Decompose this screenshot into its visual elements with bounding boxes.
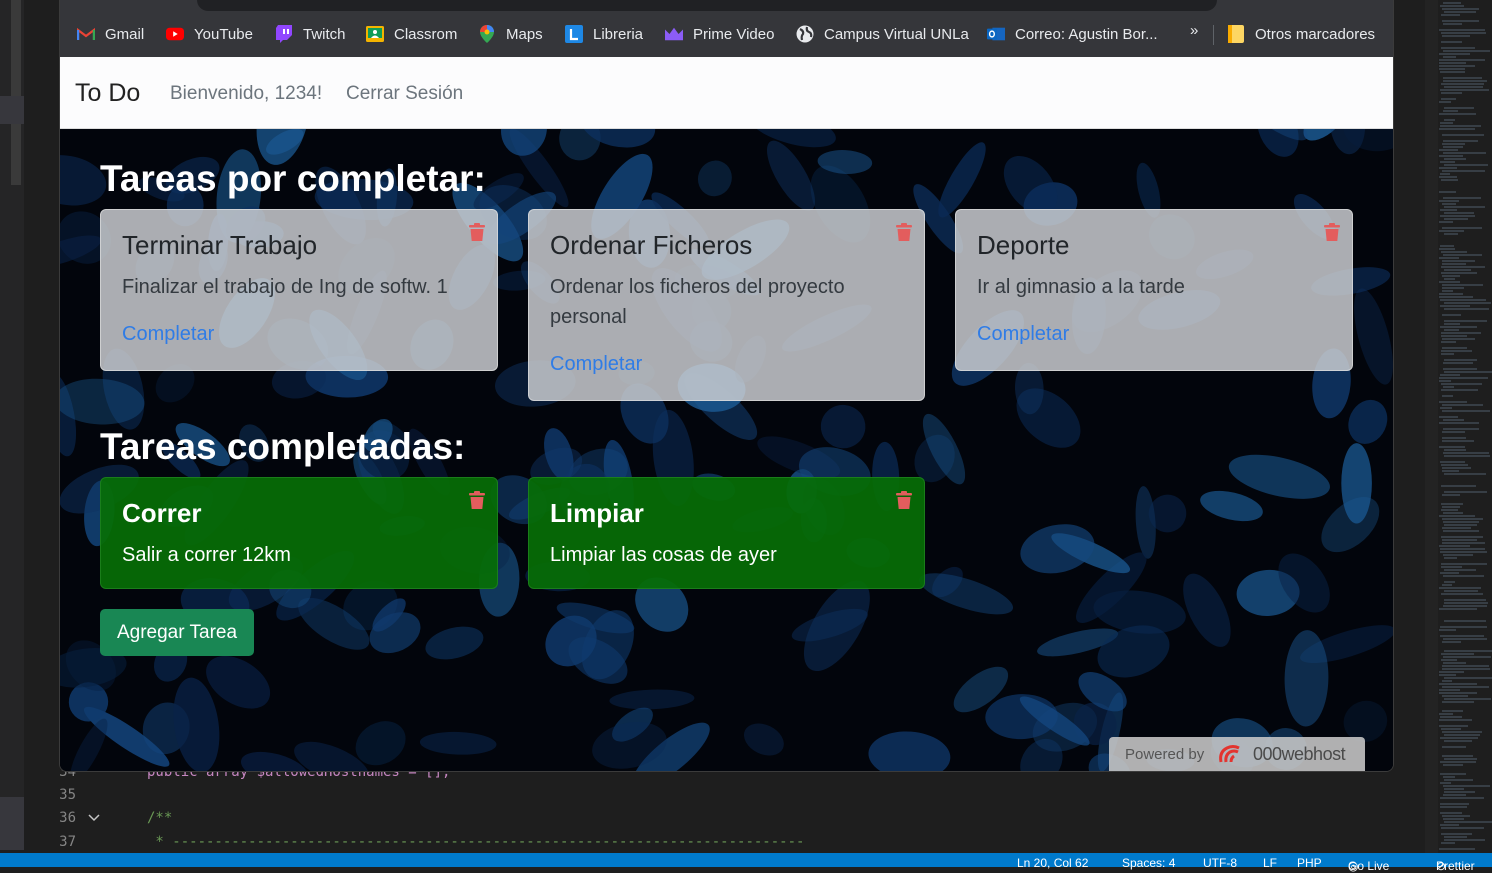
bookmark-maps[interactable]: Maps bbox=[478, 22, 543, 46]
outlook-icon bbox=[987, 25, 1005, 43]
classroom-icon bbox=[366, 25, 384, 43]
task-description: Limpiar las cosas de ayer bbox=[550, 544, 777, 566]
folder-icon bbox=[1227, 25, 1245, 43]
completed-task-card: Limpiar Limpiar las cosas de ayer bbox=[528, 477, 925, 589]
bookmarks-bar: Gmail YouTube Twitch Classrom Maps Libre… bbox=[60, 0, 1393, 57]
trash-icon[interactable] bbox=[467, 222, 487, 242]
trash-icon[interactable] bbox=[894, 222, 914, 242]
code-line[interactable]: /** bbox=[147, 810, 172, 826]
gmail-icon bbox=[77, 25, 95, 43]
status-eol[interactable]: LF bbox=[1263, 856, 1277, 870]
bookmark-gmail[interactable]: Gmail bbox=[77, 22, 144, 46]
pending-task-card: Ordenar Ficheros Ordenar los ficheros de… bbox=[528, 209, 925, 401]
trash-icon[interactable] bbox=[894, 490, 914, 510]
webhost-logo-icon bbox=[1219, 745, 1240, 763]
navbar-brand[interactable]: To Do bbox=[75, 79, 140, 108]
activity-bar bbox=[0, 0, 24, 850]
task-title: Correr bbox=[122, 498, 202, 528]
prime-video-icon bbox=[665, 25, 683, 43]
complete-task-link[interactable]: Completar bbox=[550, 353, 642, 376]
status-encoding[interactable]: UTF-8 bbox=[1203, 856, 1237, 870]
bookmark-classroom[interactable]: Classrom bbox=[366, 22, 457, 46]
bookmark-twitch[interactable]: Twitch bbox=[275, 22, 346, 46]
logout-link[interactable]: Cerrar Sesión bbox=[346, 83, 463, 105]
more-bookmarks-chevron-icon[interactable]: » bbox=[1190, 22, 1198, 39]
pending-task-card: Terminar Trabajo Finalizar el trabajo de… bbox=[100, 209, 498, 371]
trash-icon[interactable] bbox=[467, 490, 487, 510]
task-title: Limpiar bbox=[550, 498, 644, 528]
complete-task-link[interactable]: Completar bbox=[977, 323, 1069, 346]
powered-by-name: 000webhost bbox=[1253, 744, 1346, 764]
libreria-icon bbox=[565, 25, 583, 43]
line-number: 35 bbox=[59, 787, 76, 803]
powered-by-label: Powered by bbox=[1125, 746, 1205, 763]
complete-task-link[interactable]: Completar bbox=[122, 323, 214, 346]
bookmark-libreria[interactable]: Libreria bbox=[565, 22, 643, 46]
globe-icon bbox=[796, 25, 814, 43]
task-description: Ir al gimnasio a la tarde bbox=[977, 276, 1185, 298]
activity-bar-account bbox=[0, 797, 24, 850]
bookmark-correo[interactable]: Correo: Agustin Bor... bbox=[987, 22, 1158, 46]
add-task-button[interactable]: Agregar Tarea bbox=[100, 609, 254, 656]
completed-heading: Tareas completadas: bbox=[100, 426, 466, 467]
pending-task-card: Deporte Ir al gimnasio a la tarde Comple… bbox=[955, 209, 1353, 371]
task-description: Salir a correr 12km bbox=[122, 544, 291, 566]
maps-icon bbox=[478, 25, 496, 43]
twitch-icon bbox=[275, 25, 293, 43]
task-title: Deporte bbox=[977, 230, 1070, 260]
task-description: Ordenar los ficheros del proyecto person… bbox=[550, 276, 845, 328]
completed-task-card: Correr Salir a correr 12km bbox=[100, 477, 498, 589]
activity-bar-selected bbox=[0, 96, 24, 124]
activity-bar-indicator bbox=[11, 0, 21, 185]
status-cursor-position[interactable]: Ln 20, Col 62 bbox=[1017, 856, 1088, 870]
bookmark-prime-video[interactable]: Prime Video bbox=[665, 22, 774, 46]
top-navbar: To Do Bienvenido, 1234! Cerrar Sesión bbox=[60, 57, 1393, 129]
status-indentation[interactable]: Spaces: 4 bbox=[1122, 856, 1175, 870]
address-bar-edge bbox=[197, 0, 1217, 11]
code-line[interactable]: * --------------------------------------… bbox=[147, 834, 804, 850]
editor-scrollbar[interactable] bbox=[1425, 0, 1438, 853]
todo-webpage: To Do Bienvenido, 1234! Cerrar Sesión Ta… bbox=[60, 57, 1393, 771]
status-bar: Ln 20, Col 62 Spaces: 4 UTF-8 LF PHP ◎ G… bbox=[0, 853, 1492, 873]
status-language[interactable]: PHP bbox=[1297, 856, 1322, 870]
pending-heading: Tareas por completar: bbox=[100, 158, 486, 199]
bookmarks-separator bbox=[1213, 25, 1214, 45]
task-title: Terminar Trabajo bbox=[122, 230, 318, 260]
powered-by-badge[interactable]: Powered by 000webhost bbox=[1109, 737, 1365, 771]
bookmark-other-folder[interactable]: Otros marcadores bbox=[1227, 22, 1375, 46]
minimap[interactable] bbox=[1438, 0, 1492, 853]
task-title: Ordenar Ficheros bbox=[550, 230, 753, 260]
browser-window: Gmail YouTube Twitch Classrom Maps Libre… bbox=[59, 0, 1394, 772]
bookmark-youtube[interactable]: YouTube bbox=[166, 22, 253, 46]
youtube-icon bbox=[166, 25, 184, 43]
line-number: 36 bbox=[59, 810, 76, 826]
line-number: 37 bbox=[59, 834, 76, 850]
task-description: Finalizar el trabajo de Ing de softw. 1 bbox=[122, 276, 448, 298]
fold-chevron-icon[interactable] bbox=[88, 813, 100, 823]
welcome-text: Bienvenido, 1234! bbox=[170, 83, 323, 104]
trash-icon[interactable] bbox=[1322, 222, 1342, 242]
bookmark-campus-virtual[interactable]: Campus Virtual UNLa bbox=[796, 22, 969, 46]
